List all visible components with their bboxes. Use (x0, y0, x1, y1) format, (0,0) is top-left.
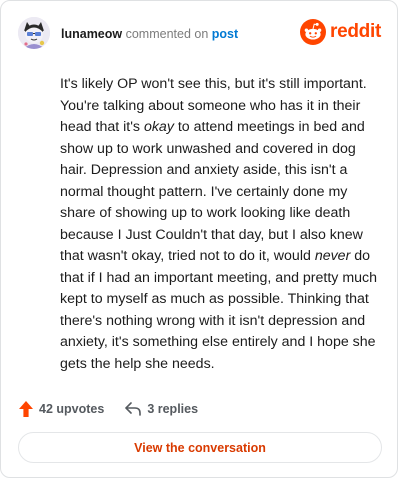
reddit-snoo-icon (300, 19, 327, 45)
comment-header: lunameow commented on post reddit (18, 17, 381, 51)
comment-body-emphasis-never: never (314, 248, 351, 264)
reply-arrow-icon[interactable] (124, 401, 142, 417)
reply-count[interactable]: 3 replies (147, 402, 198, 416)
upvote-arrow-icon[interactable] (18, 400, 34, 418)
avatar-image (18, 17, 50, 49)
post-link[interactable]: post (212, 27, 238, 41)
comment-body-part-2: to attend meetings in bed and show up to… (60, 119, 365, 264)
reddit-wordmark: reddit (330, 21, 381, 42)
comment-footer: 42 upvotes 3 replies (18, 397, 198, 421)
view-conversation-button[interactable]: View the conversation (18, 432, 382, 463)
comment-card: lunameow commented on post reddit It's l… (0, 0, 398, 478)
meta-action-text: commented on (125, 27, 209, 41)
comment-body-part-3: do that if I had an important meeting, a… (60, 248, 378, 372)
username[interactable]: lunameow (61, 27, 122, 41)
comment-body-emphasis-okay: okay (143, 119, 174, 135)
comment-body: It's likely OP won't see this, but it's … (60, 74, 382, 375)
reddit-logo[interactable]: reddit (300, 19, 381, 45)
upvote-count: 42 upvotes (39, 402, 105, 416)
comment-meta: lunameow commented on post (61, 26, 238, 42)
avatar[interactable] (18, 17, 50, 49)
